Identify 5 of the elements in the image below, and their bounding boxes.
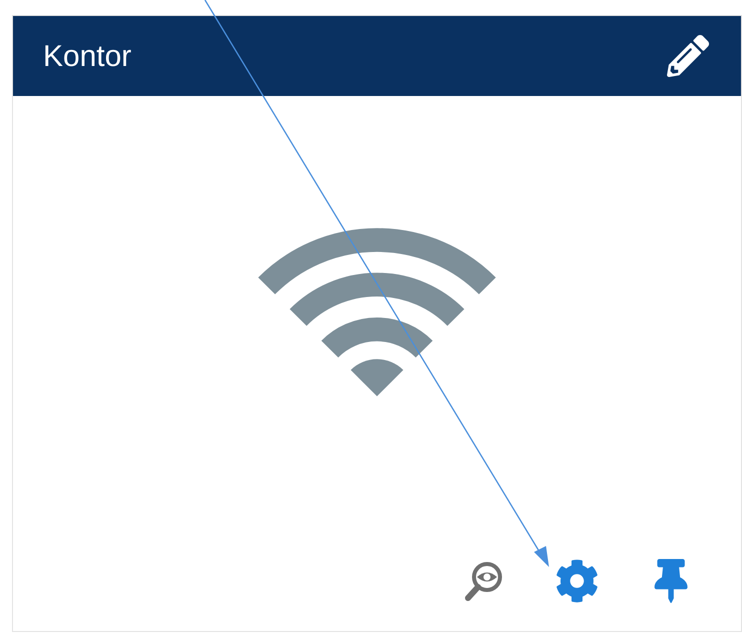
settings-button[interactable] xyxy=(555,559,599,603)
edit-button[interactable] xyxy=(665,33,711,79)
card-title: Kontor xyxy=(43,38,132,74)
magnifier-eye-icon xyxy=(462,560,504,602)
settings-icon xyxy=(555,559,599,603)
